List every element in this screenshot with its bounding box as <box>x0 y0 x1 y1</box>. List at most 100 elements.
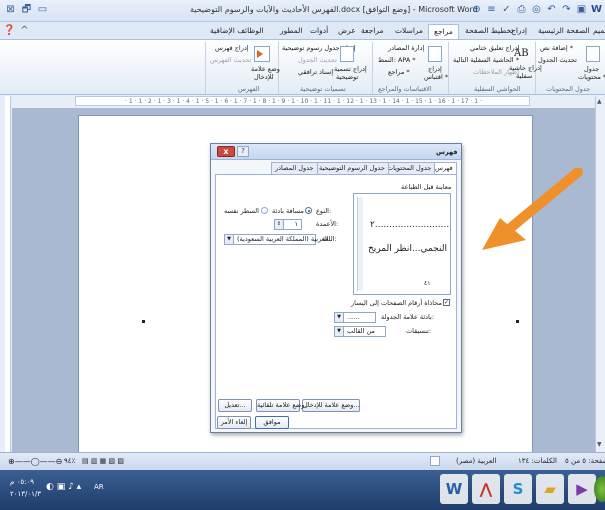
tab-developer[interactable]: المطور <box>275 24 307 39</box>
dialog-help-button[interactable]: ? <box>237 146 249 157</box>
columns-stepper[interactable]: ⇕ ١ <box>274 219 302 230</box>
next-footnote-button[interactable]: الحاشية السفلية التالية * <box>453 56 519 64</box>
tab-mailings[interactable]: مراسلات <box>390 24 428 39</box>
help-icon[interactable]: ❓ <box>3 24 16 37</box>
format-painter-icon[interactable]: ≡ <box>485 3 498 16</box>
pdf-taskbar-icon[interactable]: ⋀ <box>472 474 500 504</box>
modify-button[interactable]: تعديل... <box>218 399 252 412</box>
insert-citation-label1[interactable]: إدراج <box>428 65 442 73</box>
chevron-down-icon[interactable]: ▼ <box>225 235 234 244</box>
save-icon[interactable]: ▣ <box>575 3 588 16</box>
index-dialog: x ? فهرس فهرس جدول المحتويات جدول الرسوم… <box>210 143 462 433</box>
mark-entry-button[interactable]: وضع علامة للإدخال... <box>302 399 360 412</box>
toc-button-label1[interactable]: جدول <box>584 65 599 73</box>
word-logo-icon: W <box>590 4 603 15</box>
zoom-level[interactable]: ٩٤٪ <box>64 457 75 465</box>
dialog-close-button[interactable]: x <box>217 146 235 157</box>
print-icon[interactable]: ⎙ <box>515 3 528 16</box>
scroll-down-icon[interactable]: ▼ <box>597 441 602 448</box>
right-align-checkbox[interactable]: ✓ <box>443 299 450 306</box>
dialog-tab-table-of-authorities[interactable]: جدول المصادر <box>271 162 318 174</box>
bibliography-button[interactable]: مراجع * <box>388 68 410 76</box>
tab-review[interactable]: مراجعة <box>356 24 389 39</box>
dialog-tab-toc[interactable]: جدول المحتويات <box>383 162 436 174</box>
restore-icon[interactable]: 🗗 <box>20 3 33 16</box>
mark-entry-label1[interactable]: وضع علامة <box>251 65 280 73</box>
skype-taskbar-icon[interactable]: S <box>504 474 532 504</box>
folder-taskbar-icon[interactable]: ▰ <box>536 474 564 504</box>
media-taskbar-icon[interactable]: ▶ <box>568 474 596 504</box>
tab-references[interactable]: مراجع <box>428 24 459 39</box>
ribbon-minimize-icon[interactable]: ^ <box>18 24 31 37</box>
dialog-title-bar[interactable]: x ? فهرس <box>211 144 461 160</box>
minimize-icon[interactable]: ▭ <box>36 3 49 16</box>
formats-select[interactable]: ▼ من القالب <box>334 326 386 337</box>
automark-button[interactable]: وضع علامة تلقائية... <box>256 399 311 412</box>
manage-sources-button[interactable]: إدارة المصادر <box>388 44 424 52</box>
preview-line: ٢.......................... <box>370 220 450 230</box>
update-index-button[interactable]: تحديث الفهرس <box>210 56 251 64</box>
language-select[interactable]: ▼ العربية (المملكة العربية السعودية) <box>224 234 329 245</box>
chevron-down-icon[interactable]: ▼ <box>335 313 344 322</box>
tray-icons[interactable]: ◐ ▣ ♪ ▴ <box>46 482 81 492</box>
preview-line: النجمي...انظر المريخ <box>368 244 447 254</box>
word-taskbar-icon[interactable]: W <box>440 474 468 504</box>
spelling-icon[interactable]: ✓ <box>500 3 513 16</box>
scroll-up-icon[interactable]: ▲ <box>597 98 602 105</box>
insert-caption-label1[interactable]: إدراج تسمية <box>334 65 367 73</box>
insert-caption-icon <box>340 46 354 62</box>
mark-entry-icon <box>254 46 270 62</box>
ok-button[interactable]: موافق <box>255 416 289 429</box>
tab-view[interactable]: عرض <box>333 24 361 39</box>
language-status[interactable]: العربية (مصر) <box>456 457 497 465</box>
zoom-slider-icon[interactable]: ⊕——◯——⊖ <box>8 457 62 466</box>
insert-caption-label2[interactable]: توضيحية <box>336 73 358 81</box>
vertical-scrollbar[interactable]: ▲ ▼ <box>595 96 605 452</box>
insert-citation-icon <box>428 46 442 62</box>
insert-footnote-label2[interactable]: سفلية <box>516 72 532 80</box>
page-count[interactable]: صفحة: ٥ من ٥ <box>565 457 605 465</box>
type-runin-radio[interactable] <box>261 207 268 214</box>
quick-access-icon[interactable]: ⊕ <box>470 3 483 16</box>
start-button-icon[interactable] <box>594 476 605 502</box>
view-buttons-icon[interactable]: ▤ ▥ ▦ ▧ ▨ <box>82 457 124 465</box>
captions-group-label: تسميات توضيحية <box>300 85 346 93</box>
formats-value: من القالب <box>347 327 375 335</box>
insert-citation-label2[interactable]: اقتباس * <box>424 73 448 81</box>
add-text-button[interactable]: إضافة نص * <box>540 44 573 52</box>
update-table-button[interactable]: تحديث الجدول <box>298 56 337 64</box>
redo-icon[interactable]: ↷ <box>560 3 573 16</box>
update-toc-button[interactable]: تحديث الجدول <box>538 56 577 64</box>
insert-index-button[interactable]: إدراج فهرس <box>215 44 249 52</box>
preview-icon[interactable]: ◎ <box>530 3 543 16</box>
tab-page-layout[interactable]: تخطيط الصفحة <box>460 24 518 39</box>
stepper-arrows-icon[interactable]: ⇕ <box>275 220 284 229</box>
insert-footnote-label1[interactable]: إدراج حاشية <box>509 64 542 72</box>
cross-reference-button[interactable]: إسناد ترافقي <box>298 68 333 76</box>
citations-group-label: الاقتباسات والمراجع <box>378 85 432 93</box>
vertical-ruler[interactable] <box>5 96 11 452</box>
macro-icon[interactable] <box>430 456 440 466</box>
type-indent-radio[interactable] <box>305 207 312 214</box>
clock-date[interactable]: ٢٠١٣/٠١/٣ <box>10 490 41 498</box>
insert-endnote-button[interactable]: إدراج تعليق ختامي <box>470 44 519 52</box>
chevron-down-icon[interactable]: ▼ <box>335 327 344 336</box>
close-icon[interactable]: ⊠ <box>4 3 17 16</box>
input-language[interactable]: AR <box>94 483 104 491</box>
citation-style-select[interactable]: النمط: APA * <box>378 56 416 64</box>
footnotes-group-label: الحواشي السفلية <box>474 85 521 93</box>
leader-select[interactable]: ▼ ...... <box>334 312 376 323</box>
toc-button-label2[interactable]: محتويات * <box>578 73 605 81</box>
tab-tools[interactable]: أدوات <box>305 24 333 39</box>
dialog-tab-table-of-figures[interactable]: جدول الرسوم التوضيحية <box>315 162 389 174</box>
mark-entry-label2[interactable]: للإدخال <box>254 73 273 81</box>
preview-scrollbar[interactable] <box>357 197 363 291</box>
tab-add-ins[interactable]: الوظائف الإضافية <box>205 24 269 39</box>
tab-home[interactable]: الصفحة الرئيسية <box>533 24 595 39</box>
clock-time[interactable]: ٠٥:٠٩ م <box>10 478 34 486</box>
leader-label: بادئة علامة الجدولة: <box>381 313 435 321</box>
cancel-button[interactable]: إلغاء الأمر <box>217 416 251 429</box>
word-count[interactable]: الكلمات: ١٣٤ <box>518 457 557 465</box>
undo-icon[interactable]: ↶ <box>545 3 558 16</box>
horizontal-ruler[interactable]: · 1 · 1 · 2 · 1 · 3 · 1 · 4 · 1 · 5 · 1 … <box>75 96 530 106</box>
